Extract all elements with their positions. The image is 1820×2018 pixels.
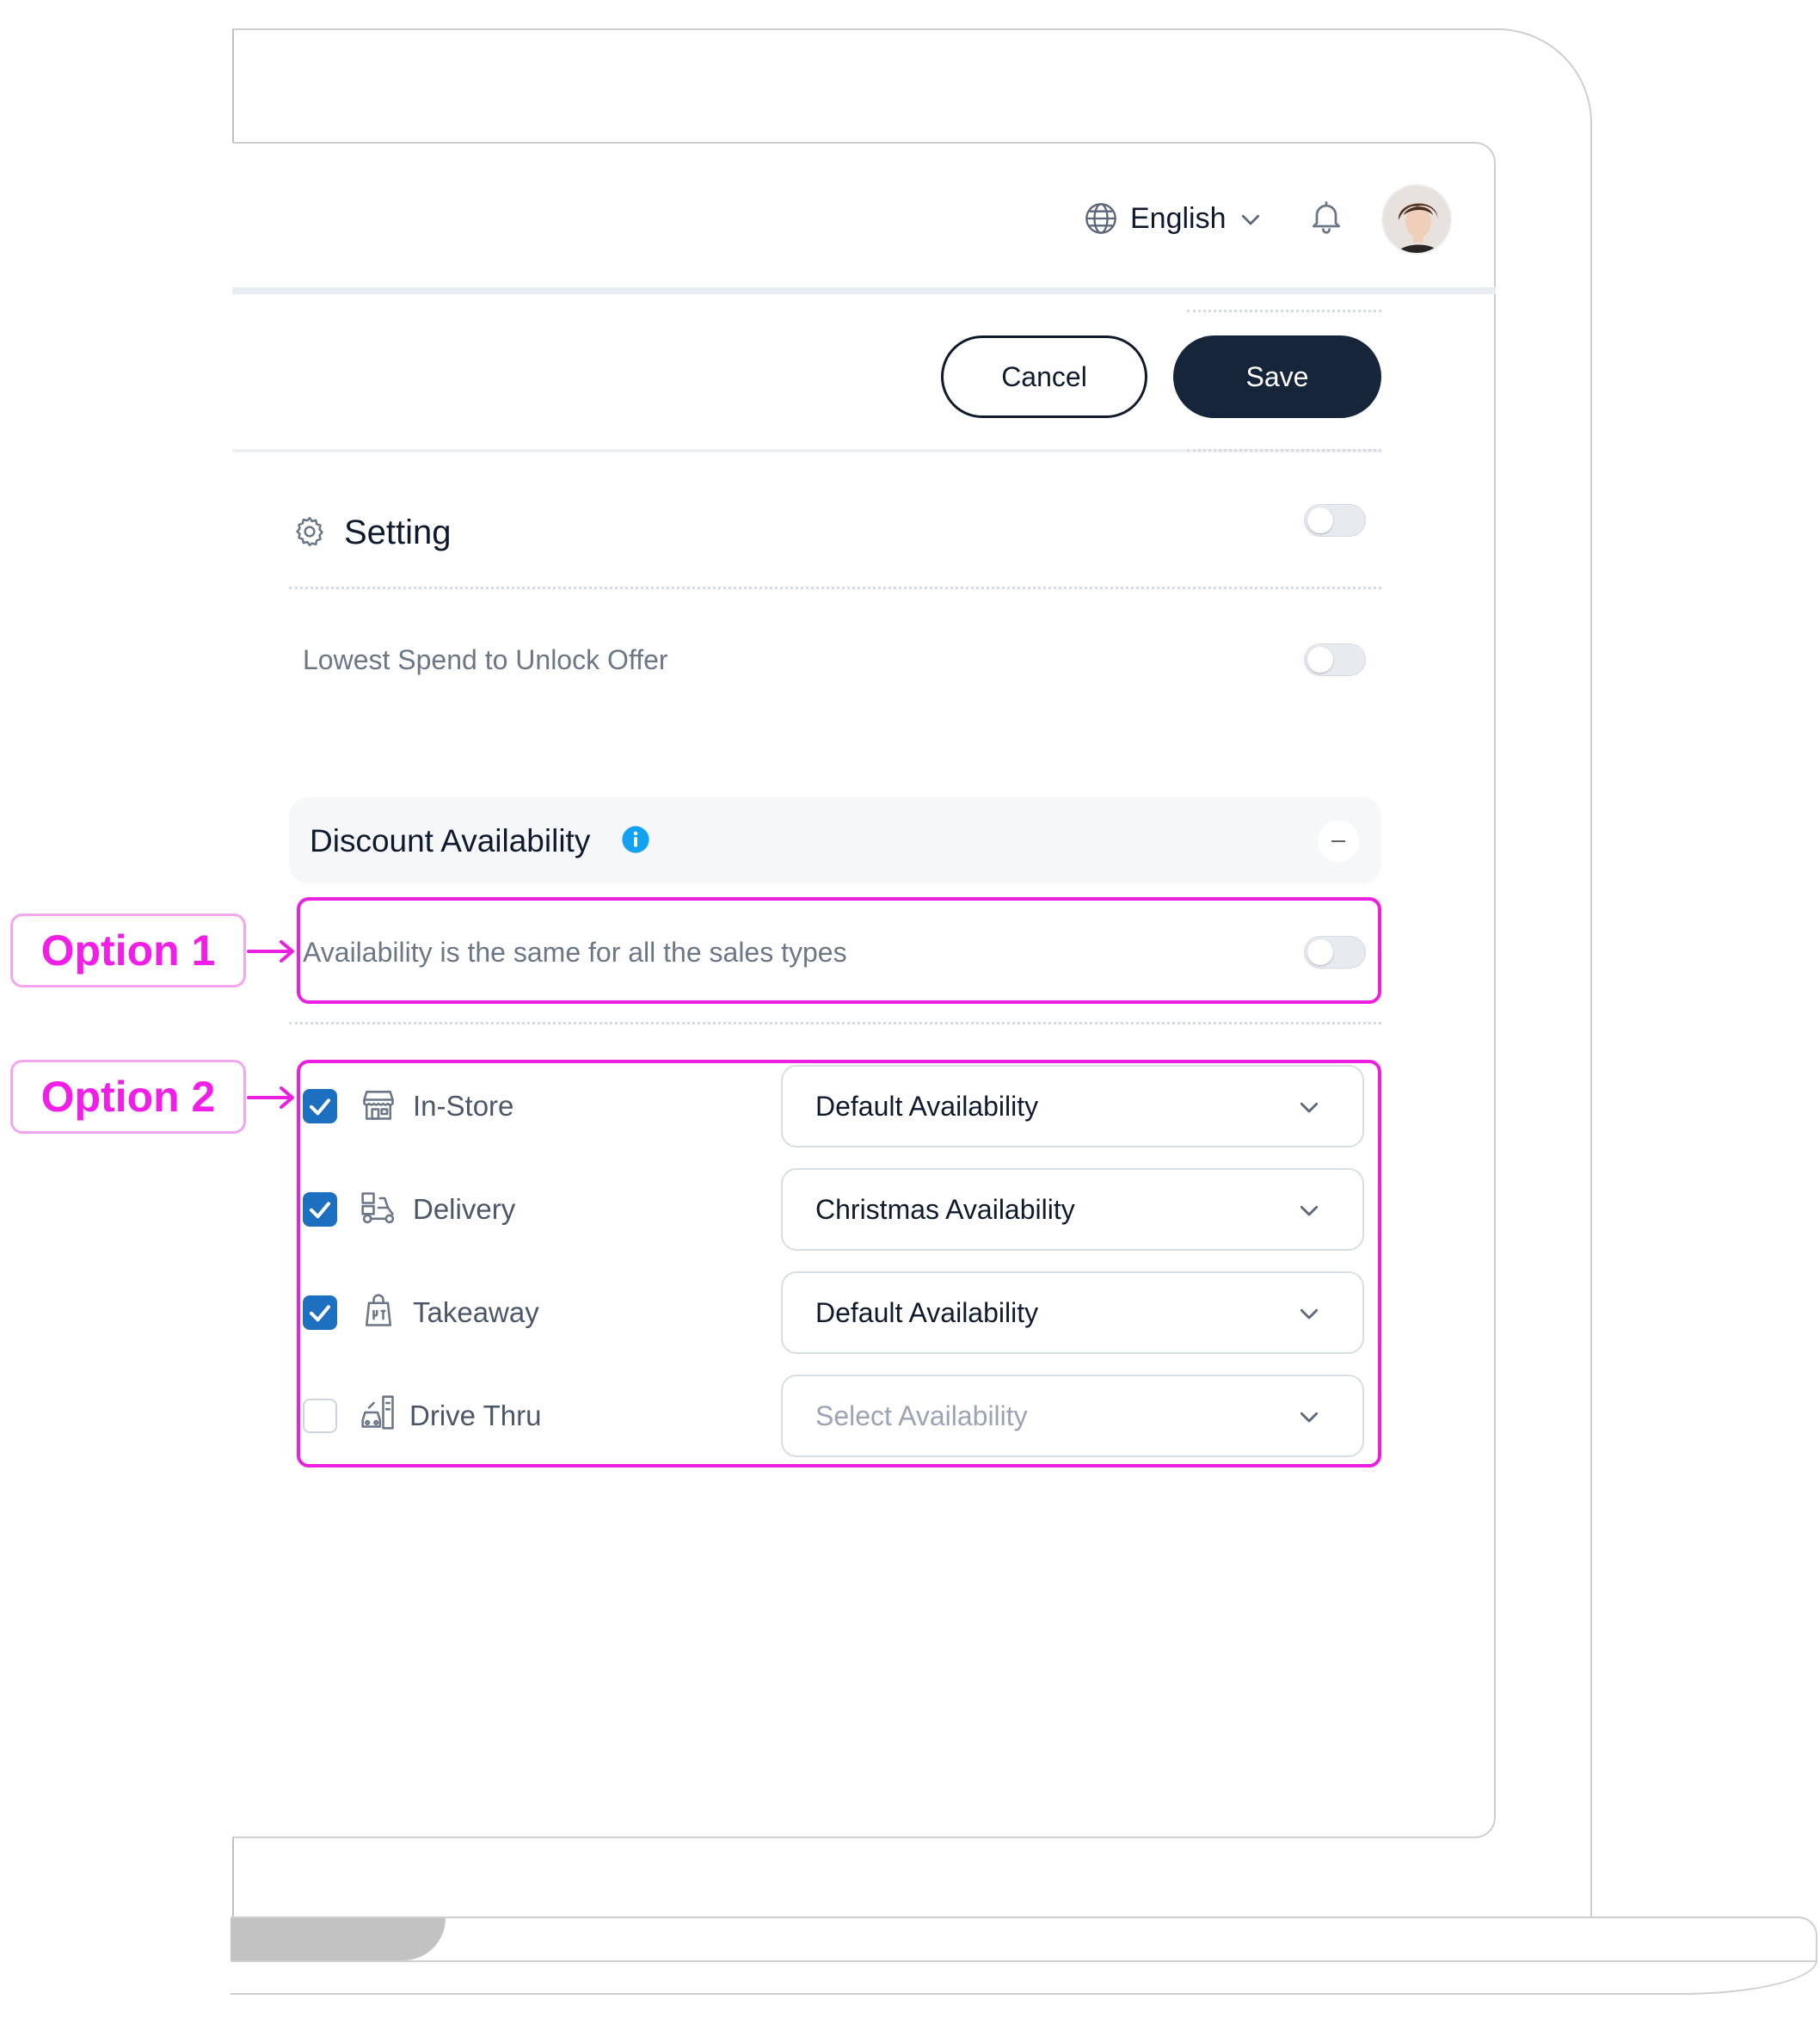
drive-thru-availability-select[interactable]: Select Availability — [781, 1375, 1364, 1457]
takeaway-bag-icon — [365, 1294, 392, 1326]
drive-thru-label: Drive Thru — [409, 1400, 542, 1431]
option1-callout: Option 1 — [10, 914, 246, 987]
lowest-spend-label: Lowest Spend to Unlock Offer — [303, 644, 668, 675]
laptop-notch — [231, 1918, 446, 1960]
laptop-foot — [231, 1960, 1817, 1995]
header-divider — [232, 287, 1496, 294]
cancel-button[interactable]: Cancel — [941, 335, 1147, 418]
bell-icon[interactable] — [1307, 196, 1345, 237]
chevron-down-icon[interactable] — [1237, 206, 1264, 232]
arrow-right-icon — [247, 940, 294, 963]
takeaway-checkbox[interactable] — [303, 1295, 337, 1330]
delivery-label: Delivery — [413, 1193, 516, 1225]
delivery-checkbox[interactable] — [303, 1192, 337, 1227]
in-store-availability-select[interactable]: Default Availability — [781, 1065, 1364, 1147]
in-store-label: In-Store — [413, 1090, 514, 1122]
divider — [1187, 449, 1381, 452]
option2-callout-text: Option 2 — [40, 1073, 216, 1121]
option2-callout: Option 2 — [10, 1060, 246, 1134]
chevron-down-icon — [1300, 1102, 1319, 1113]
setting-toggle[interactable] — [1304, 504, 1366, 537]
lowest-spend-toggle[interactable] — [1304, 643, 1366, 676]
select-value: Default Availability — [815, 1091, 1039, 1122]
delivery-icon — [361, 1192, 395, 1224]
chevron-down-icon — [1300, 1412, 1319, 1423]
in-store-checkbox[interactable] — [303, 1089, 337, 1123]
drive-thru-icon — [361, 1395, 394, 1430]
divider — [1187, 310, 1381, 312]
save-button[interactable]: Save — [1173, 335, 1381, 418]
arrow-right-icon — [247, 1086, 294, 1109]
divider — [289, 1022, 1381, 1024]
takeaway-availability-select[interactable]: Default Availability — [781, 1271, 1364, 1354]
gear-icon — [296, 516, 323, 547]
same-availability-label: Availability is the same for all the sal… — [303, 937, 847, 968]
check-icon — [310, 1098, 330, 1116]
chevron-down-icon — [1300, 1308, 1319, 1320]
same-availability-toggle[interactable] — [1304, 936, 1366, 969]
language-selector[interactable]: English — [1130, 200, 1227, 237]
info-icon[interactable] — [621, 825, 650, 854]
discount-availability-title: Discount Availability — [310, 823, 591, 858]
globe-icon[interactable] — [1084, 201, 1118, 236]
collapse-button[interactable] — [1318, 821, 1359, 862]
check-icon — [310, 1202, 330, 1219]
select-value: Default Availability — [815, 1297, 1039, 1328]
section-title: Setting — [344, 514, 452, 551]
select-value: Christmas Availability — [815, 1194, 1075, 1225]
drive-thru-checkbox[interactable] — [303, 1399, 337, 1433]
store-icon — [363, 1091, 394, 1120]
check-icon — [310, 1305, 330, 1322]
delivery-availability-select[interactable]: Christmas Availability — [781, 1168, 1364, 1251]
user-avatar[interactable] — [1381, 184, 1452, 255]
option1-callout-text: Option 1 — [40, 926, 216, 975]
divider — [289, 587, 1381, 589]
laptop-base — [231, 1916, 1817, 1962]
select-placeholder: Select Availability — [815, 1400, 1028, 1431]
takeaway-label: Takeaway — [413, 1296, 539, 1328]
chevron-down-icon — [1300, 1205, 1319, 1216]
